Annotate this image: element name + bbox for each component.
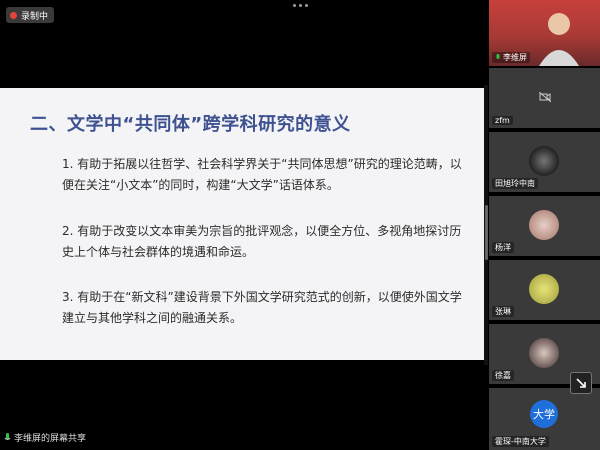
screen-share-text: 李维屏的屏幕共享 [14, 434, 87, 444]
avatar-icon [529, 146, 559, 176]
participant-tile-5[interactable]: 张琳 [489, 260, 600, 320]
more-options-icon[interactable] [293, 4, 308, 7]
participant-name-2: zfm [492, 116, 513, 125]
participant-name-3: 田旭玲中南 [492, 178, 538, 189]
participant-name-6: 徐嘉 [492, 370, 514, 381]
participant-tile-4[interactable]: 杨洋 [489, 196, 600, 256]
recording-badge[interactable]: 录制中 [6, 7, 55, 23]
slide-point-2: 2. 有助于改变以文本审美为宗旨的批评观念，以便全方位、多视角地探讨历史上个体与… [62, 224, 462, 259]
shared-slide: 二、文学中“共同体”跨学科研究的意义 1. 有助于拓展以往哲学、社会科学界关于“… [0, 88, 484, 360]
person-video-icon [539, 13, 579, 66]
slide-title: 二、文学中“共同体”跨学科研究的意义 [30, 114, 351, 135]
avatar-icon [529, 210, 559, 240]
recording-dot-icon [10, 11, 17, 19]
participant-name-4: 杨洋 [492, 242, 514, 253]
participant-name-7: 霍琛-中南大学 [492, 436, 549, 447]
slide-point-1: 1. 有助于拓展以往哲学、社会科学界关于“共同体思想”研究的理论范畴，以便在关注… [62, 157, 462, 192]
participant-tile-7[interactable]: 大学 霍琛-中南大学 [489, 388, 600, 450]
avatar-icon [529, 338, 559, 368]
avatar-icon [529, 274, 559, 304]
scrollbar-thumb[interactable] [485, 205, 488, 260]
mic-icon [4, 432, 11, 440]
recording-label: 录制中 [21, 11, 49, 22]
participant-name-1: 李维屏 [492, 52, 530, 63]
avatar-icon: 大学 [530, 400, 558, 428]
participant-tile-1[interactable]: 李维屏 [489, 0, 600, 66]
camera-off-icon [539, 92, 551, 102]
expand-icon[interactable] [570, 372, 592, 394]
screen-share-label: 李维屏的屏幕共享 [4, 431, 86, 444]
slide-point-3: 3. 有助于在“新文科”建设背景下外国文学研究范式的创新，以便使外国文学建立与其… [62, 290, 462, 325]
mic-icon [496, 53, 500, 59]
participant-tile-2[interactable]: zfm [489, 68, 600, 128]
participant-tile-3[interactable]: 田旭玲中南 [489, 132, 600, 192]
participant-name-5: 张琳 [492, 306, 514, 317]
